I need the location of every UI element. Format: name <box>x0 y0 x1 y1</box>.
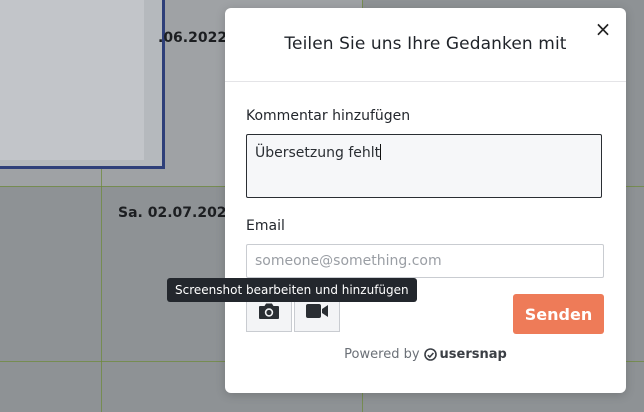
screenshot-tooltip: Screenshot bearbeiten und hinzufügen <box>167 278 417 302</box>
close-button[interactable]: × <box>594 17 612 41</box>
comment-label: Kommentar hinzufügen <box>246 108 411 124</box>
screenshot-preview-frame <box>0 0 165 169</box>
email-label: Email <box>246 218 285 234</box>
dialog-title: Teilen Sie uns Ihre Gedanken mit <box>284 34 567 54</box>
usersnap-logo-icon <box>423 348 437 365</box>
dialog-header: Teilen Sie uns Ihre Gedanken mit × <box>225 8 626 82</box>
comment-text: Übersetzung fehlt <box>255 145 381 161</box>
background-date: Sa. 02.07.2022 <box>118 205 237 221</box>
comment-textarea[interactable]: Übersetzung fehlt <box>246 134 602 198</box>
close-icon: × <box>594 17 612 41</box>
powered-by-footer: Powered by usersnap <box>225 347 626 365</box>
video-camera-icon <box>305 303 329 323</box>
usersnap-brand[interactable]: usersnap <box>440 347 507 362</box>
screenshot-preview <box>0 0 144 160</box>
feedback-dialog: Teilen Sie uns Ihre Gedanken mit × Komme… <box>225 8 626 393</box>
email-field[interactable] <box>246 244 604 278</box>
background-date: .06.2022 <box>158 30 228 46</box>
text-caret <box>380 144 382 160</box>
send-button[interactable]: Senden <box>513 294 604 334</box>
powered-by-text: Powered by <box>344 347 420 362</box>
camera-icon <box>258 302 280 324</box>
